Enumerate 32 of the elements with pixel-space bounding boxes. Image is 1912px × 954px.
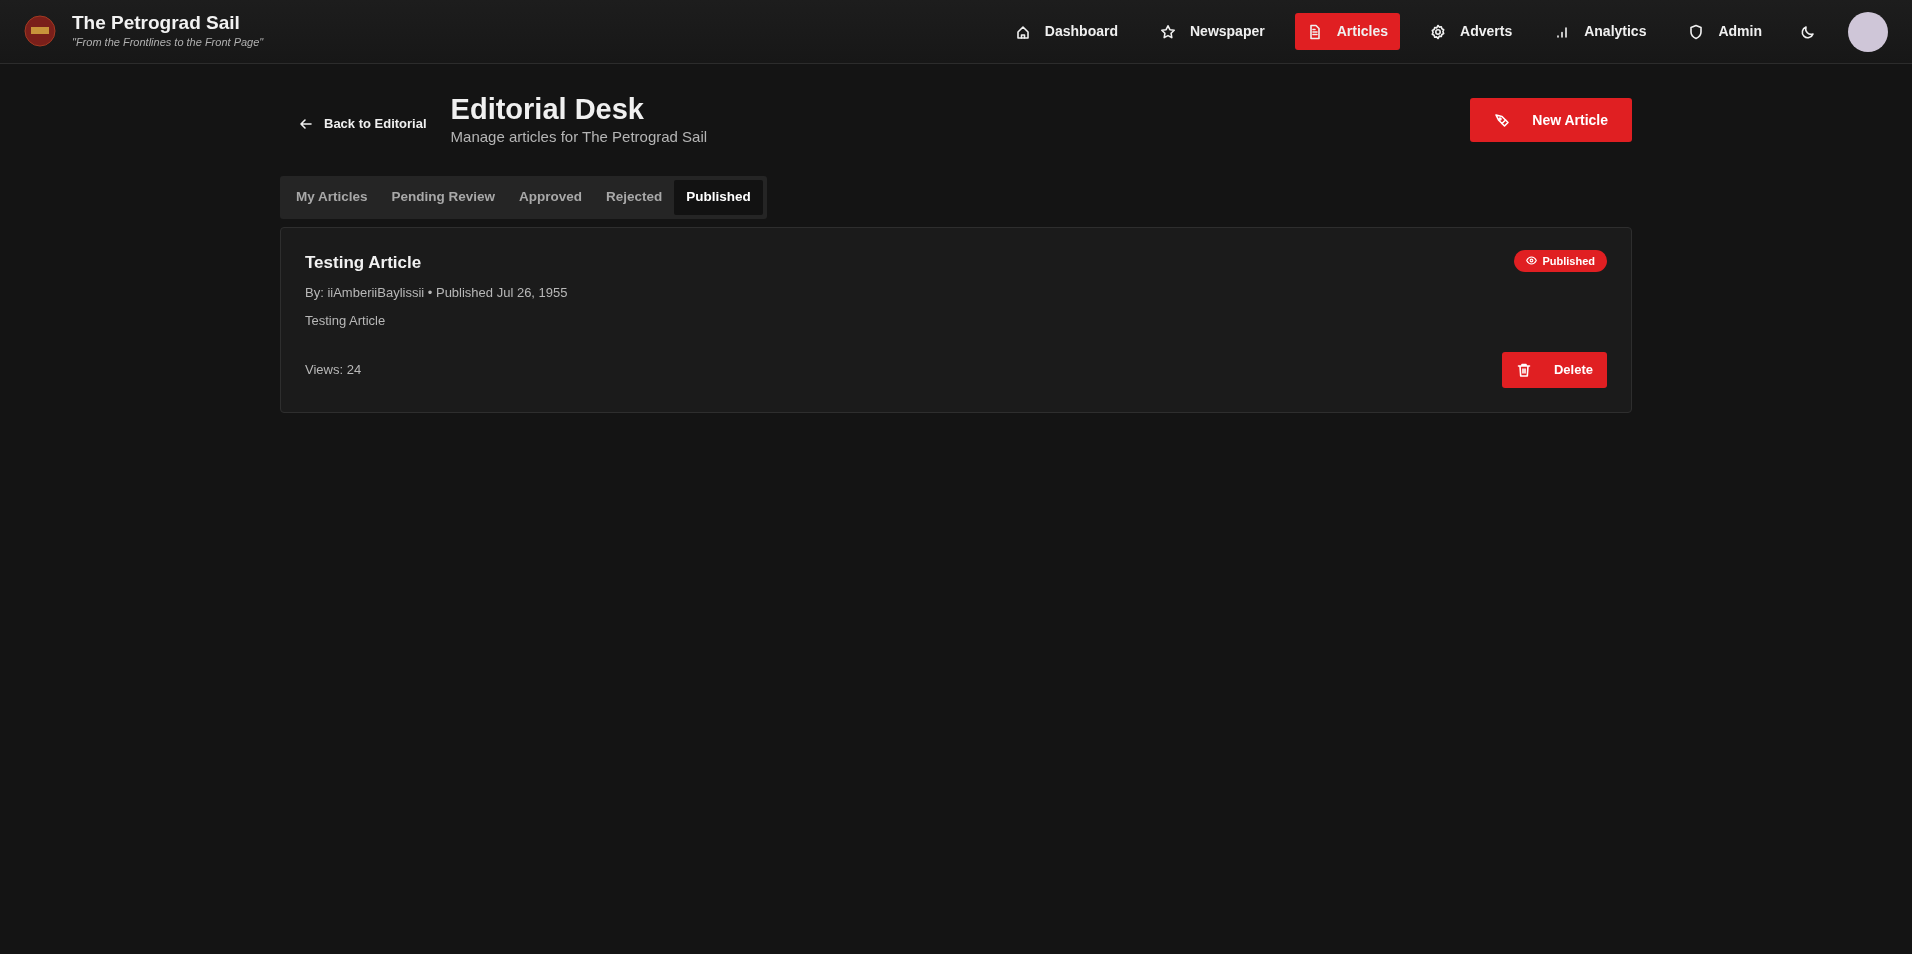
delete-button[interactable]: Delete [1501,352,1607,389]
article-meta: By: iiAmberiiBaylissii • Published Jul 26, 1955 [305,284,569,303]
site-tagline: "From the Frontlines to the Front Page" [72,34,264,50]
tab[interactable]: My Articles [284,180,380,215]
new-article-button[interactable]: New Article [1470,98,1632,142]
trash-icon [1515,362,1532,379]
nav-link[interactable]: Adverts [1418,13,1525,50]
page-title: Editorial Desk [450,94,645,126]
avatar[interactable] [1848,11,1888,52]
tab[interactable]: Rejected [594,180,675,215]
view-count: Views: 24 [305,361,362,380]
nav-link[interactable]: Analytics [1542,13,1659,50]
nav-link[interactable]: Articles [1294,13,1401,50]
settings-icon [1430,23,1447,40]
tab[interactable]: Published [674,180,763,215]
moon-icon [1800,23,1816,40]
shield-icon [1688,23,1705,40]
tab[interactable]: Approved [507,180,595,215]
status-badge: Published [1514,249,1607,273]
logo-icon [24,15,56,48]
home-icon [1014,23,1031,40]
eye-icon [1526,255,1538,267]
nav-link[interactable]: Newspaper [1148,13,1277,50]
site-title: The Petrograd Sail [72,12,241,34]
nav-link[interactable]: Admin [1676,13,1774,50]
page-subtitle: Manage articles for The Petrograd Sail [450,126,708,147]
star-icon [1160,23,1176,40]
article-title: Testing Article [305,251,422,274]
tab[interactable]: Pending Review [379,180,508,215]
back-link[interactable]: Back to Editorial [298,114,427,134]
article-summary: Testing Article [305,311,387,330]
nav-link[interactable]: Dashboard [1002,13,1130,50]
